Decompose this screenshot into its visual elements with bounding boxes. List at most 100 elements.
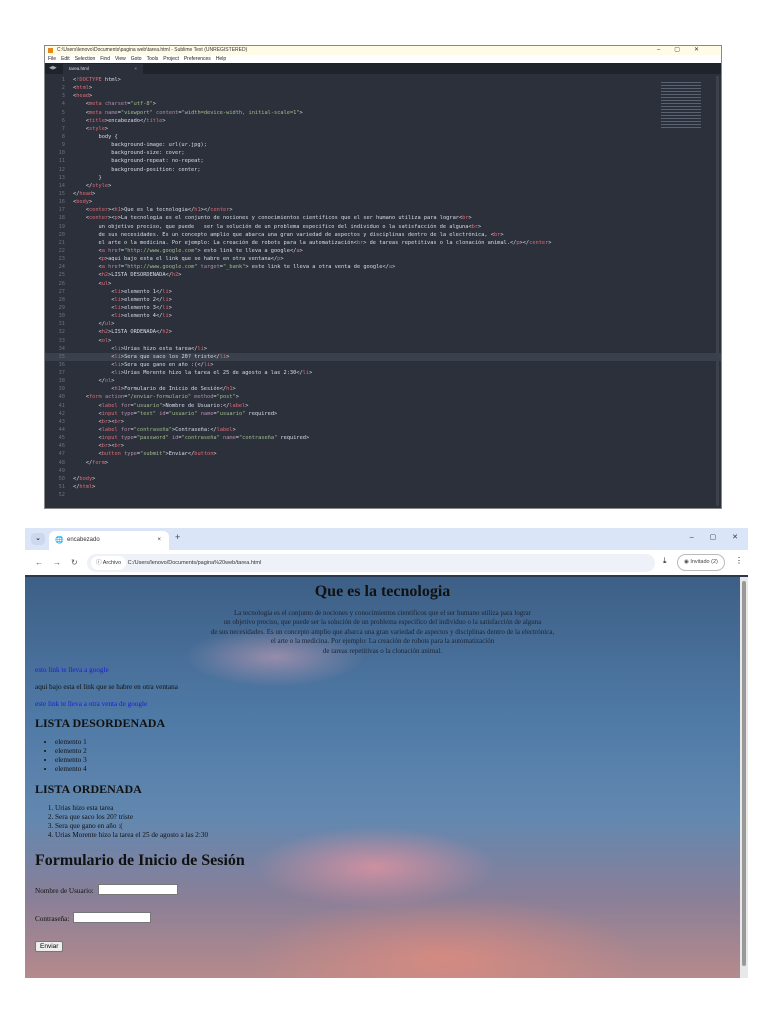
code-line[interactable]: 15 </head> [45,190,721,198]
menu-preferences[interactable]: Preferences [184,56,211,62]
code-line[interactable]: 44 <label for="contraseña">Contraseña:</… [45,426,721,434]
menu-goto[interactable]: Goto [131,56,142,62]
code-line[interactable]: 31 </ul> [45,320,721,328]
code-line[interactable]: 8 body { [45,133,721,141]
menu-find[interactable]: Find [100,56,110,62]
code-line[interactable]: 14 </style> [45,182,721,190]
code-line[interactable]: 38 </ol> [45,377,721,385]
code-line[interactable]: 29 <li>elemento 3</li> [45,304,721,312]
code-area[interactable]: 1 <!DOCTYPE html> 2 <html> 3 <head> 4 <meta ch… [45,76,721,508]
window-controls[interactable]: – ▢ ✕ [690,533,738,541]
page-scrollbar[interactable] [740,577,748,978]
site-info-chip[interactable]: ⓘ Archivo [91,556,127,570]
code-line[interactable]: 40 <form action="/enviar-formulario" met… [45,393,721,401]
code-line[interactable]: 10 background-size: cover; [45,149,721,157]
code-line[interactable]: 35 <li>Sera que saco los 20? triste</li> [45,352,721,361]
code-line[interactable]: 13 } [45,174,721,182]
browser-tab[interactable]: 🌐 encabezado × [49,531,169,550]
line-number: 47 [58,451,65,458]
menu-view[interactable]: View [115,56,126,62]
menu-project[interactable]: Project [163,56,179,62]
submit-button[interactable]: Enviar [35,941,64,953]
intro-line: un objetivo preciso, que puede ser la so… [223,618,542,627]
download-icon[interactable]: ⤓ [663,556,667,566]
scrollbar-thumb[interactable] [742,581,746,966]
code-line[interactable]: 16 <body> [45,198,721,206]
close-tab-icon[interactable]: × [157,531,161,550]
code-line[interactable]: 1 <!DOCTYPE html> [45,76,721,84]
intro-paragraph: La tecnologia es el conjunto de nociones… [25,609,740,656]
reload-icon[interactable]: ↻ [71,558,78,567]
code-line[interactable]: 48 </form> [45,459,721,467]
code-line[interactable]: 36 <li>Sera que gano en año :(</li> [45,361,721,369]
back-arrow-icon[interactable]: ← [35,558,43,567]
new-tab-plus-icon[interactable]: + [175,532,180,542]
google-link[interactable]: esto link te lleva a google [35,666,740,674]
password-input[interactable] [73,911,152,923]
code-line[interactable]: 2 <html> [45,84,721,92]
menu-edit[interactable]: Edit [61,56,70,62]
code-line[interactable]: 34 <li>Urias hizo esta tarea</li> [45,345,721,353]
code-line[interactable]: 22 <a href="http://www.google.com"> esto… [45,247,721,255]
code-line[interactable]: 46 <br><br> [45,442,721,450]
menu-help[interactable]: Help [216,56,226,62]
code-line[interactable]: 42 <input type="text" id="usuario" name=… [45,410,721,418]
code-line[interactable]: 50 </body> [45,475,721,483]
menu-tools[interactable]: Tools [147,56,159,62]
code-line[interactable]: 12 background-position: center; [45,166,721,174]
code-line[interactable]: 30 <li>elemento 4</li> [45,312,721,320]
code-line[interactable]: 19 un objetivo preciso, que puede ser la… [45,223,721,231]
code-line[interactable]: 20 de sus necesidades. Es un concepto am… [45,231,721,239]
username-input[interactable] [97,883,178,895]
more-menu-icon[interactable]: ⋮ [735,556,743,565]
line-number: 22 [58,247,65,254]
code-line[interactable]: 49 [45,467,721,475]
tab-list-chevron-icon[interactable]: ⌄ [31,533,45,545]
code-line[interactable]: 52 [45,491,721,499]
tab-nav-arrows-icon[interactable]: ◀▶ [49,65,57,71]
code-line[interactable]: 51 </html> [45,483,721,491]
code-line[interactable]: 45 <input type="password" id="contraseña… [45,434,721,442]
code-line[interactable]: 43 <br><br> [45,418,721,426]
code-line[interactable]: 23 <p>aqui bajo esta el link que se habr… [45,255,721,263]
code-line[interactable]: 4 <meta charset="utf-8"> [45,100,721,108]
line-number: 1 [61,77,65,83]
line-number: 52 [58,492,65,499]
line-number: 29 [58,304,65,311]
menu-selection[interactable]: Selection [75,56,96,62]
code-line[interactable]: 25 <h2>LISTA DESORDENADA</h2> [45,271,721,279]
line-number: 19 [58,223,65,230]
code-line[interactable]: 7 <style> [45,125,721,133]
code-line[interactable]: 26 <ul> [45,280,721,288]
code-line[interactable]: 5 <meta name="viewport" content="width=d… [45,109,721,117]
code-line[interactable]: 24 <a href="http://www.google.com" targe… [45,263,721,271]
code-line[interactable]: 18 <center><p>La tecnologia es el conjun… [45,214,721,222]
code-line-text: <p>aqui bajo esta el link que se habre e… [98,256,284,263]
code-line[interactable]: 6 <title>encabezado</title> [45,117,721,125]
close-tab-icon[interactable]: × [134,64,137,74]
code-line[interactable]: 47 <button type="submit">Enviar</button> [45,450,721,458]
minimap[interactable] [661,80,701,130]
forward-arrow-icon[interactable]: → [53,558,61,567]
code-line[interactable]: 33 <ol> [45,337,721,345]
code-line[interactable]: 27 <li>elemento 1</li> [45,288,721,296]
menu-file[interactable]: File [48,56,56,62]
code-line[interactable]: 9 background-image: url(ur.jpg); [45,141,721,149]
code-line[interactable]: 39 <h1>Formulario de Inicio de Sesión</h… [45,385,721,393]
code-line[interactable]: 17 <center><h1>Que es la tecnologia</h1>… [45,206,721,214]
code-line[interactable]: 3 <head> [45,92,721,100]
editor-scrollbar[interactable] [716,76,719,506]
code-line[interactable]: 11 background-repeat: no-repeat; [45,157,721,165]
editor-tab[interactable]: tarea.html × [63,64,143,74]
code-line[interactable]: 37 <li>Urias Morente hizo la tarea el 25… [45,369,721,377]
profile-button[interactable]: ◉ Invitado (2) [677,554,725,571]
google-new-window-link[interactable]: este link te lleva a otra venta de googl… [35,700,740,708]
window-controls[interactable]: –▢✕ [657,46,713,55]
intro-line: el arte o la medicina. Por ejemplo: La c… [270,637,495,646]
code-line[interactable]: 28 <li>elemento 2</li> [45,296,721,304]
code-line[interactable]: 32 <h2>LISTA ORDENADA</h2> [45,328,721,336]
code-line[interactable]: 21 el arte o la medicina. Por ejemplo: L… [45,239,721,247]
line-number: 32 [58,329,65,336]
code-line[interactable]: 41 <label for="usuario">Nombre de Usuari… [45,402,721,410]
address-bar[interactable]: ⓘ Archivo C:/Users/lenovo/Documents/pagi… [87,554,655,572]
